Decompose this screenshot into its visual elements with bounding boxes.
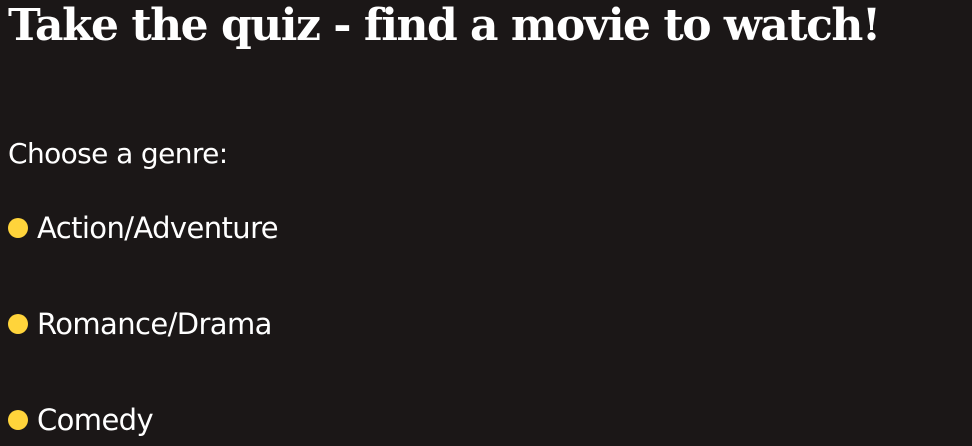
page-title: Take the quiz - find a movie to watch!	[8, 0, 881, 51]
genre-option-label[interactable]: Romance/Drama	[37, 304, 272, 344]
genre-question-label: Choose a genre:	[8, 137, 228, 170]
genre-option-romance-drama[interactable]: Romance/Drama	[8, 304, 272, 344]
radio-dot-icon[interactable]	[8, 410, 28, 430]
genre-option-action-adventure[interactable]: Action/Adventure	[8, 208, 279, 248]
genre-option-label[interactable]: Action/Adventure	[37, 208, 279, 248]
genre-option-comedy[interactable]: Comedy	[8, 400, 154, 440]
radio-dot-icon[interactable]	[8, 218, 28, 238]
radio-dot-icon[interactable]	[8, 314, 28, 334]
genre-option-label[interactable]: Comedy	[37, 400, 154, 440]
